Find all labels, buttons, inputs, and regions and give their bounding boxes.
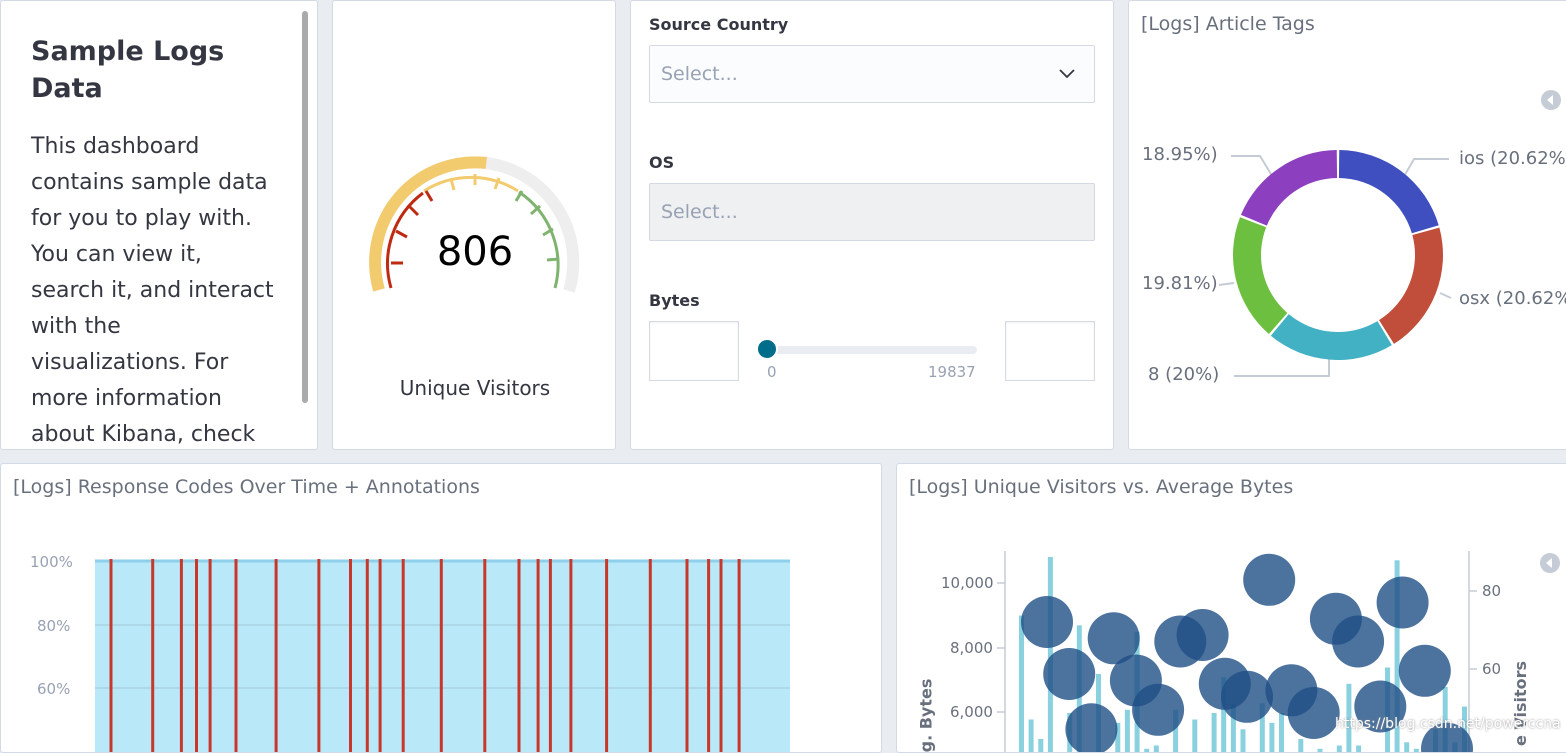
bubble[interactable] xyxy=(1399,645,1451,697)
source-country-placeholder: Select... xyxy=(661,63,738,85)
bar[interactable] xyxy=(1279,713,1284,753)
gauge-value: 806 xyxy=(333,229,616,275)
pie-label-osx: osx (20.62% xyxy=(1459,288,1566,309)
bar[interactable] xyxy=(1038,739,1043,753)
chevron-down-icon xyxy=(1058,64,1076,82)
response-codes-panel: [Logs] Response Codes Over Time + Annota… xyxy=(0,463,882,753)
bubble[interactable] xyxy=(1177,609,1229,661)
bubble[interactable] xyxy=(1065,703,1117,753)
left-tick-8000: 8,000 xyxy=(950,639,993,657)
bar[interactable] xyxy=(1298,739,1303,753)
gauge-chart xyxy=(333,1,616,331)
y-tick-100: 100% xyxy=(30,553,73,571)
gauge-panel: 806 Unique Visitors xyxy=(332,0,616,450)
bar[interactable] xyxy=(1029,720,1034,753)
bar[interactable] xyxy=(1019,616,1024,753)
bar[interactable] xyxy=(1241,729,1246,753)
bar[interactable] xyxy=(1269,723,1274,753)
bar[interactable] xyxy=(1414,749,1419,753)
bytes-range-track[interactable] xyxy=(767,346,977,354)
response-codes-chart xyxy=(1,464,882,753)
pie-label-5: 18.95%) xyxy=(1142,144,1218,165)
bubble[interactable] xyxy=(1377,577,1429,629)
pie-label-4: 19.81%) xyxy=(1142,273,1218,294)
bytes-range-min: 0 xyxy=(767,363,777,381)
controls-panel: Source Country Select... OS Select... By… xyxy=(630,0,1114,450)
bubble[interactable] xyxy=(1243,554,1295,606)
markdown-title: Sample Logs Data xyxy=(31,33,281,107)
watermark: https://blog.csdn.net/powerccna xyxy=(1335,716,1561,732)
visitors-chart xyxy=(897,464,1566,753)
bubble[interactable] xyxy=(1221,671,1273,723)
bytes-range-thumb[interactable] xyxy=(756,338,778,360)
right-tick-80: 80 xyxy=(1482,582,1501,600)
pie-slice[interactable] xyxy=(1271,314,1392,360)
bar[interactable] xyxy=(1337,746,1342,753)
legend-toggle-icon[interactable] xyxy=(1541,90,1561,110)
bar[interactable] xyxy=(1125,710,1130,753)
bar[interactable] xyxy=(1144,749,1149,753)
source-country-select[interactable]: Select... xyxy=(649,45,1095,103)
bytes-label: Bytes xyxy=(649,291,700,310)
bar[interactable] xyxy=(1356,746,1361,753)
pie-label-8: 8 (20%) xyxy=(1148,364,1219,385)
os-label: OS xyxy=(649,153,674,172)
markdown-text: This dashboard contains sample data for … xyxy=(31,129,281,450)
right-tick-60: 60 xyxy=(1482,660,1501,678)
bubble[interactable] xyxy=(1021,596,1073,648)
bar[interactable] xyxy=(1154,746,1159,753)
pie-label-ios: ios (20.62% xyxy=(1459,148,1566,169)
bar[interactable] xyxy=(1318,749,1323,753)
bar[interactable] xyxy=(1212,713,1217,753)
bar[interactable] xyxy=(1192,720,1197,753)
bytes-min-input[interactable] xyxy=(649,321,739,381)
y-tick-60: 60% xyxy=(37,680,70,698)
y-tick-80: 80% xyxy=(37,617,70,635)
visitors-panel: [Logs] Unique Visitors vs. Average Bytes… xyxy=(896,463,1566,753)
pie-slice[interactable] xyxy=(1241,150,1337,226)
bytes-range-max: 19837 xyxy=(928,363,976,381)
left-axis-label: g. Bytes xyxy=(916,679,935,753)
source-country-label: Source Country xyxy=(649,15,788,34)
left-tick-10000: 10,000 xyxy=(941,574,994,592)
bubble[interactable] xyxy=(1132,684,1184,736)
pie-slice[interactable] xyxy=(1379,228,1443,344)
article-tags-panel: [Logs] Article Tags ios (20.62% osx (20.… xyxy=(1128,0,1566,450)
scrollbar[interactable] xyxy=(302,11,308,403)
pie-slice[interactable] xyxy=(1233,217,1287,334)
bubble[interactable] xyxy=(1332,616,1384,668)
pie-slice[interactable] xyxy=(1339,150,1439,233)
bytes-max-input[interactable] xyxy=(1005,321,1095,381)
gauge-label: Unique Visitors xyxy=(333,376,616,400)
right-axis-label: e Visitors xyxy=(1511,661,1530,746)
os-placeholder: Select... xyxy=(661,201,738,223)
markdown-panel: Sample Logs Data This dashboard contains… xyxy=(0,0,318,450)
markdown-body: Sample Logs Data This dashboard contains… xyxy=(31,33,281,450)
bubble[interactable] xyxy=(1288,687,1340,739)
bubble[interactable] xyxy=(1043,648,1095,700)
legend-toggle-icon[interactable] xyxy=(1540,553,1560,573)
left-tick-6000: 6,000 xyxy=(950,703,993,721)
os-select[interactable]: Select... xyxy=(649,183,1095,241)
